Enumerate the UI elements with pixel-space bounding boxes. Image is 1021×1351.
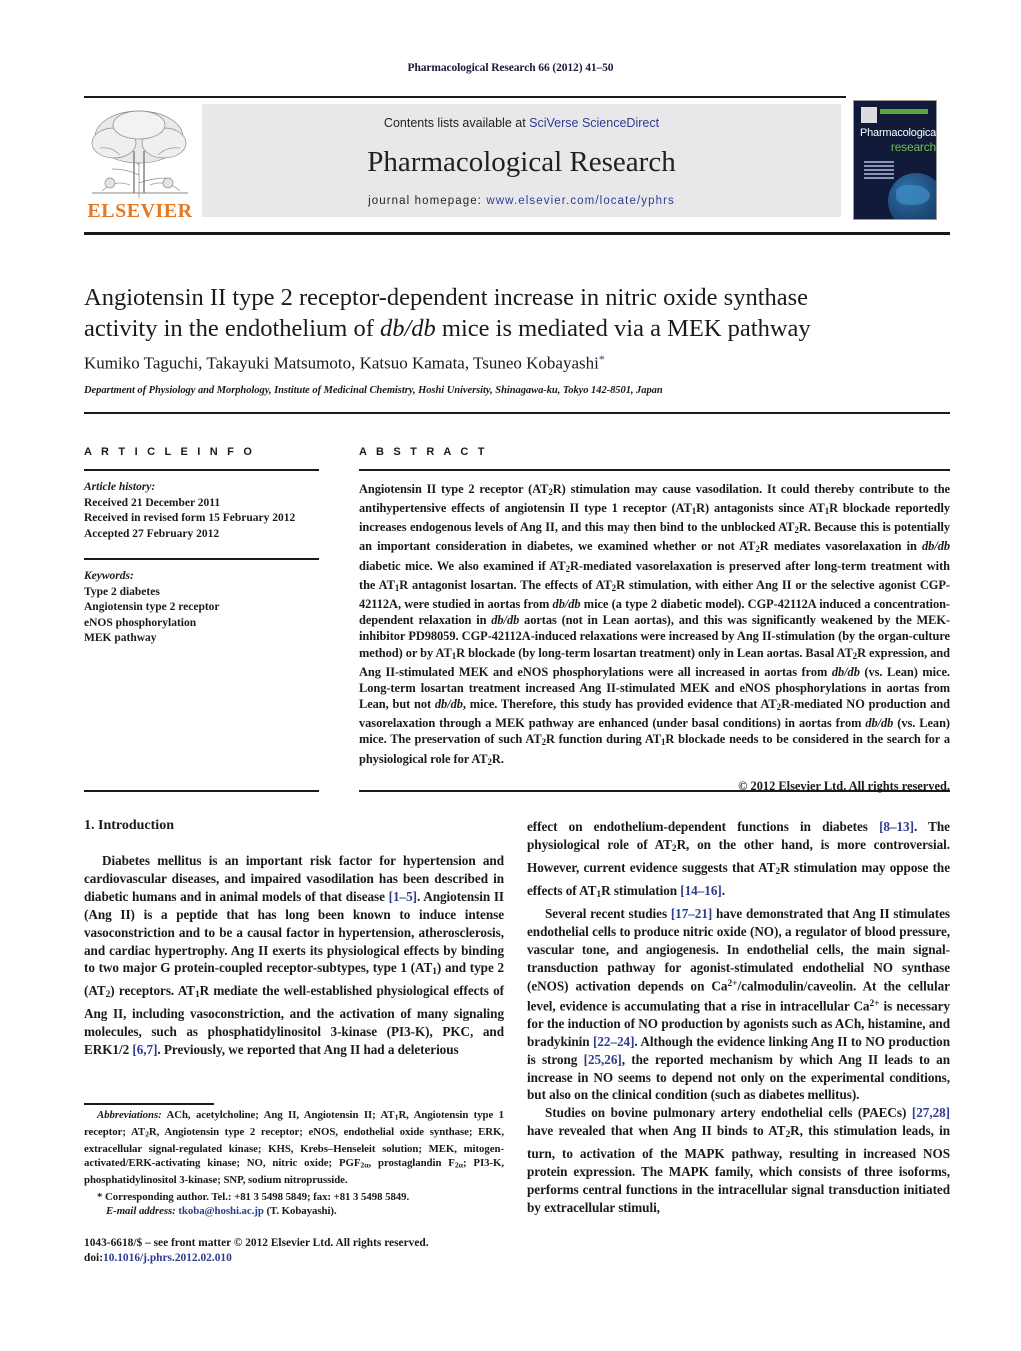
- corresponding-author-footnote: * Corresponding author. Tel.: +81 3 5498…: [97, 1190, 410, 1203]
- author-list: Kumiko Taguchi, Takayuki Matsumoto, Kats…: [84, 352, 884, 373]
- elsevier-wordmark: ELSEVIER: [87, 200, 193, 221]
- keywords-label: Keywords:: [84, 570, 134, 582]
- doi-link[interactable]: 10.1016/j.phrs.2012.02.010: [103, 1252, 232, 1264]
- body-column-right: effect on endothelium-dependent function…: [527, 818, 950, 1217]
- cover-elsevier-mark-icon: [861, 107, 877, 123]
- article-history-block: Article history: Received 21 December 20…: [84, 480, 319, 542]
- keyword-item: MEK pathway: [84, 632, 157, 644]
- article-info-rule: [84, 469, 319, 471]
- article-info-column: A R T I C L E I N F O Article history: R…: [84, 446, 319, 647]
- abstract-rule: [359, 469, 950, 471]
- sciencedirect-link[interactable]: SciVerse ScienceDirect: [529, 116, 659, 130]
- header-bottom-rule: [84, 232, 950, 235]
- page-title: Angiotensin II type 2 receptor-dependent…: [84, 282, 884, 344]
- abstract-heading: A B S T R A C T: [359, 446, 488, 458]
- running-head: Pharmacological Research 66 (2012) 41–50: [407, 62, 614, 74]
- intro-paragraph-3: Studies on bovine pulmonary artery endot…: [527, 1105, 951, 1215]
- keywords-divider-rule: [84, 558, 319, 560]
- abstract-column: A B S T R A C T Angiotensin II type 2 re…: [359, 446, 950, 794]
- author-names: Kumiko Taguchi, Takayuki Matsumoto, Kats…: [84, 353, 599, 373]
- keyword-item: eNOS phosphorylation: [84, 616, 197, 629]
- section-heading-introduction: 1. Introduction: [84, 818, 174, 833]
- contents-box: Contents lists available at SciVerse Sci…: [202, 104, 841, 217]
- header-top-rule: [84, 96, 846, 98]
- history-item: Received in revised form 15 February 201…: [84, 512, 296, 524]
- contents-prefix: Contents lists available at: [383, 116, 530, 130]
- journal-cover-thumbnail: Pharmacological research: [853, 100, 937, 220]
- article-info-heading: A R T I C L E I N F O: [84, 446, 256, 458]
- keyword-item: Angiotensin type 2 receptor: [84, 601, 220, 613]
- keyword-item: Type 2 diabetes: [84, 585, 160, 598]
- issn-copyright-line: 1043-6618/$ – see front matter © 2012 El…: [84, 1237, 429, 1249]
- homepage-prefix: journal homepage:: [368, 195, 487, 207]
- body-column-left: 1. Introduction Diabetes mellitus is an …: [84, 818, 504, 1059]
- abstract-bottom-rule: [359, 790, 950, 792]
- intro-paragraph-2: Several recent studies [17–21] have demo…: [527, 905, 950, 1103]
- elsevier-logo: ELSEVIER: [84, 103, 196, 221]
- journal-homepage-link[interactable]: www.elsevier.com/locate/yphrs: [486, 195, 675, 207]
- footnote-separator-rule: [84, 1103, 214, 1105]
- intro-paragraph-1: Diabetes mellitus is an important risk f…: [84, 853, 505, 1058]
- imprint-block: 1043-6618/$ – see front matter © 2012 El…: [84, 1236, 514, 1266]
- abbreviations-label: Abbreviations:: [97, 1109, 162, 1121]
- keywords-block: Keywords: Type 2 diabetes Angiotensin ty…: [84, 569, 319, 647]
- cover-text-block: [864, 161, 894, 183]
- title-line-2-b: mice is mediated via a MEK pathway: [435, 315, 811, 342]
- title-italic-dbdb: db/db: [379, 315, 436, 342]
- email-owner: (T. Kobayashi).: [266, 1204, 337, 1217]
- intro-paragraph-1-continued: effect on endothelium-dependent function…: [527, 819, 951, 900]
- journal-homepage-line: journal homepage: www.elsevier.com/locat…: [202, 195, 841, 207]
- cover-title-line1: Pharmacological: [860, 127, 937, 139]
- doi-line: doi:10.1016/j.phrs.2012.02.010: [84, 1251, 514, 1266]
- info-bottom-rule: [84, 790, 319, 792]
- journal-title: Pharmacological Research: [367, 146, 676, 178]
- abstract-text: Angiotensin II type 2 receptor (AT2R) st…: [359, 482, 951, 767]
- title-line-1: Angiotensin II type 2 receptor-dependent…: [84, 284, 809, 311]
- abbreviations-footnote: Abbreviations: ACh, acetylcholine; Ang I…: [84, 1109, 504, 1187]
- journal-header-band: ELSEVIER Contents lists available at Sci…: [84, 100, 950, 222]
- article-history-label: Article history:: [84, 481, 156, 493]
- elsevier-tree-icon: [91, 110, 188, 198]
- history-item: Received 21 December 2011: [84, 496, 221, 509]
- cover-title-line2: research: [890, 140, 936, 154]
- article-page: Pharmacological Research 66 (2012) 41–50: [0, 0, 1021, 1351]
- cover-green-bar: [880, 109, 928, 114]
- email-footnote: E-mail address: tkoba@hoshi.ac.jp (T. Ko…: [84, 1204, 504, 1218]
- corresponding-author-marker[interactable]: *: [599, 352, 605, 366]
- affiliation: Department of Physiology and Morphology,…: [84, 385, 663, 396]
- history-item: Accepted 27 February 2012: [84, 527, 220, 540]
- doi-label: doi:: [84, 1252, 103, 1264]
- email-link[interactable]: tkoba@hoshi.ac.jp: [178, 1205, 263, 1217]
- title-line-2-a: activity in the endothelium of: [84, 315, 380, 342]
- authors-bottom-rule: [84, 412, 950, 414]
- email-label: E-mail address:: [106, 1204, 176, 1217]
- footnotes-block: Abbreviations: ACh, acetylcholine; Ang I…: [84, 1108, 504, 1218]
- contents-available-line: Contents lists available at SciVerse Sci…: [202, 116, 841, 130]
- cover-globe-image: [888, 173, 936, 219]
